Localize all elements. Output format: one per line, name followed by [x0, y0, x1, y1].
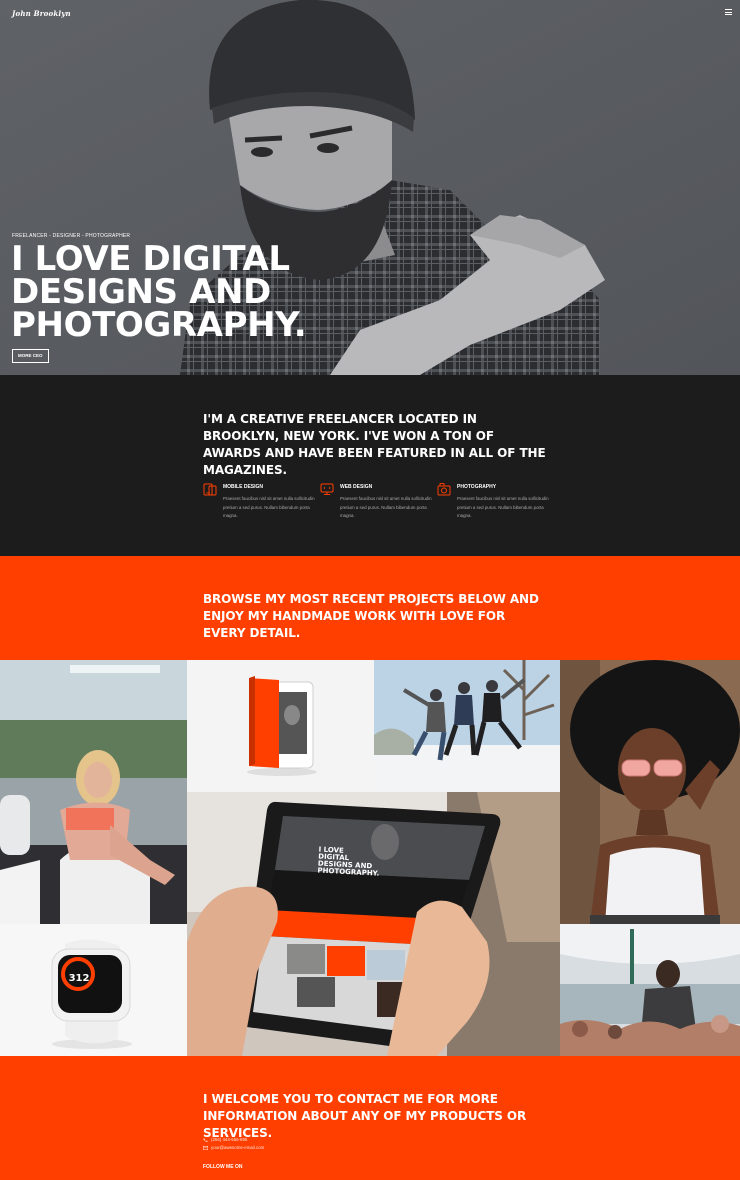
tablet-mockup-photo	[187, 792, 560, 1056]
tablet-screen-title: I LOVE DIGITAL DESIGNS AND PHOTOGRAPHY.	[317, 845, 380, 878]
projects-heading: BROWSE MY MOST RECENT PROJECTS BELOW AND…	[203, 592, 539, 640]
gallery-item-friends-jumping[interactable]	[374, 660, 560, 792]
mobile-icon	[203, 483, 217, 496]
phone-icon	[203, 1138, 208, 1142]
about-heading: I'M A CREATIVE FREELANCER LOCATED IN BRO…	[203, 412, 546, 477]
service-description: Praesent faucibus nisl sit amet nulla so…	[223, 496, 315, 519]
service-description: Praesent faucibus nisl sit amet nulla so…	[457, 496, 549, 519]
envelope-icon	[203, 1145, 208, 1150]
contact-phone[interactable]: (256) 444-556-695	[203, 1137, 247, 1142]
gallery-item-cafe-portrait[interactable]	[0, 660, 187, 924]
service-title: WEB DESIGN	[340, 484, 373, 490]
gallery-item-phone-case[interactable]	[187, 660, 374, 792]
hero-section: John Brooklyn FREELANCER - DESIGNER - PH…	[0, 0, 740, 375]
site-logo[interactable]: John Brooklyn	[12, 9, 71, 18]
smartwatch-value: 312	[68, 973, 90, 984]
hero-title: I LOVE DIGITAL DESIGNS AND PHOTOGRAPHY.	[11, 242, 331, 345]
phone-case-photo	[187, 660, 374, 792]
camera-icon	[437, 483, 451, 496]
project-gallery: I LOVE DIGITAL DESIGNS AND PHOTOGRAPHY. …	[0, 660, 740, 1056]
friends-jumping-photo	[374, 660, 560, 792]
gallery-item-smartwatch[interactable]: 312	[0, 924, 187, 1056]
gallery-item-concert-crowd[interactable]	[560, 924, 740, 1056]
smartwatch-photo	[0, 924, 187, 1056]
cafe-portrait-photo	[0, 660, 187, 924]
gallery-item-sunglasses-portrait[interactable]	[560, 660, 740, 924]
monitor-icon	[320, 483, 334, 495]
contact-heading: I WELCOME YOU TO CONTACT ME FOR MORE INF…	[203, 1092, 527, 1140]
projects-intro-section: BROWSE MY MOST RECENT PROJECTS BELOW AND…	[0, 556, 740, 660]
more-button[interactable]: MORE CEO	[12, 349, 49, 363]
hero-title-line: PHOTOGRAPHY.	[11, 305, 307, 345]
contact-email[interactable]: your@awesome-email.com	[203, 1145, 264, 1150]
phone-number: (256) 444-556-695	[211, 1137, 248, 1142]
hamburger-menu-icon[interactable]	[725, 9, 732, 15]
follow-me-label: FOLLOW ME ON	[203, 1164, 243, 1170]
service-title: MOBILE DESIGN	[223, 484, 264, 490]
service-description: Praesent faucibus nisl sit amet nulla so…	[340, 496, 432, 519]
email-address: your@awesome-email.com	[211, 1145, 265, 1150]
about-section: I'M A CREATIVE FREELANCER LOCATED IN BRO…	[0, 375, 740, 556]
gallery-item-tablet-mockup[interactable]: I LOVE DIGITAL DESIGNS AND PHOTOGRAPHY.	[187, 792, 560, 1056]
contact-section: I WELCOME YOU TO CONTACT ME FOR MORE INF…	[0, 1056, 740, 1180]
service-title: PHOTOGRAPHY	[457, 484, 497, 490]
concert-crowd-photo	[560, 924, 740, 1056]
sunglasses-portrait-photo	[560, 660, 740, 924]
